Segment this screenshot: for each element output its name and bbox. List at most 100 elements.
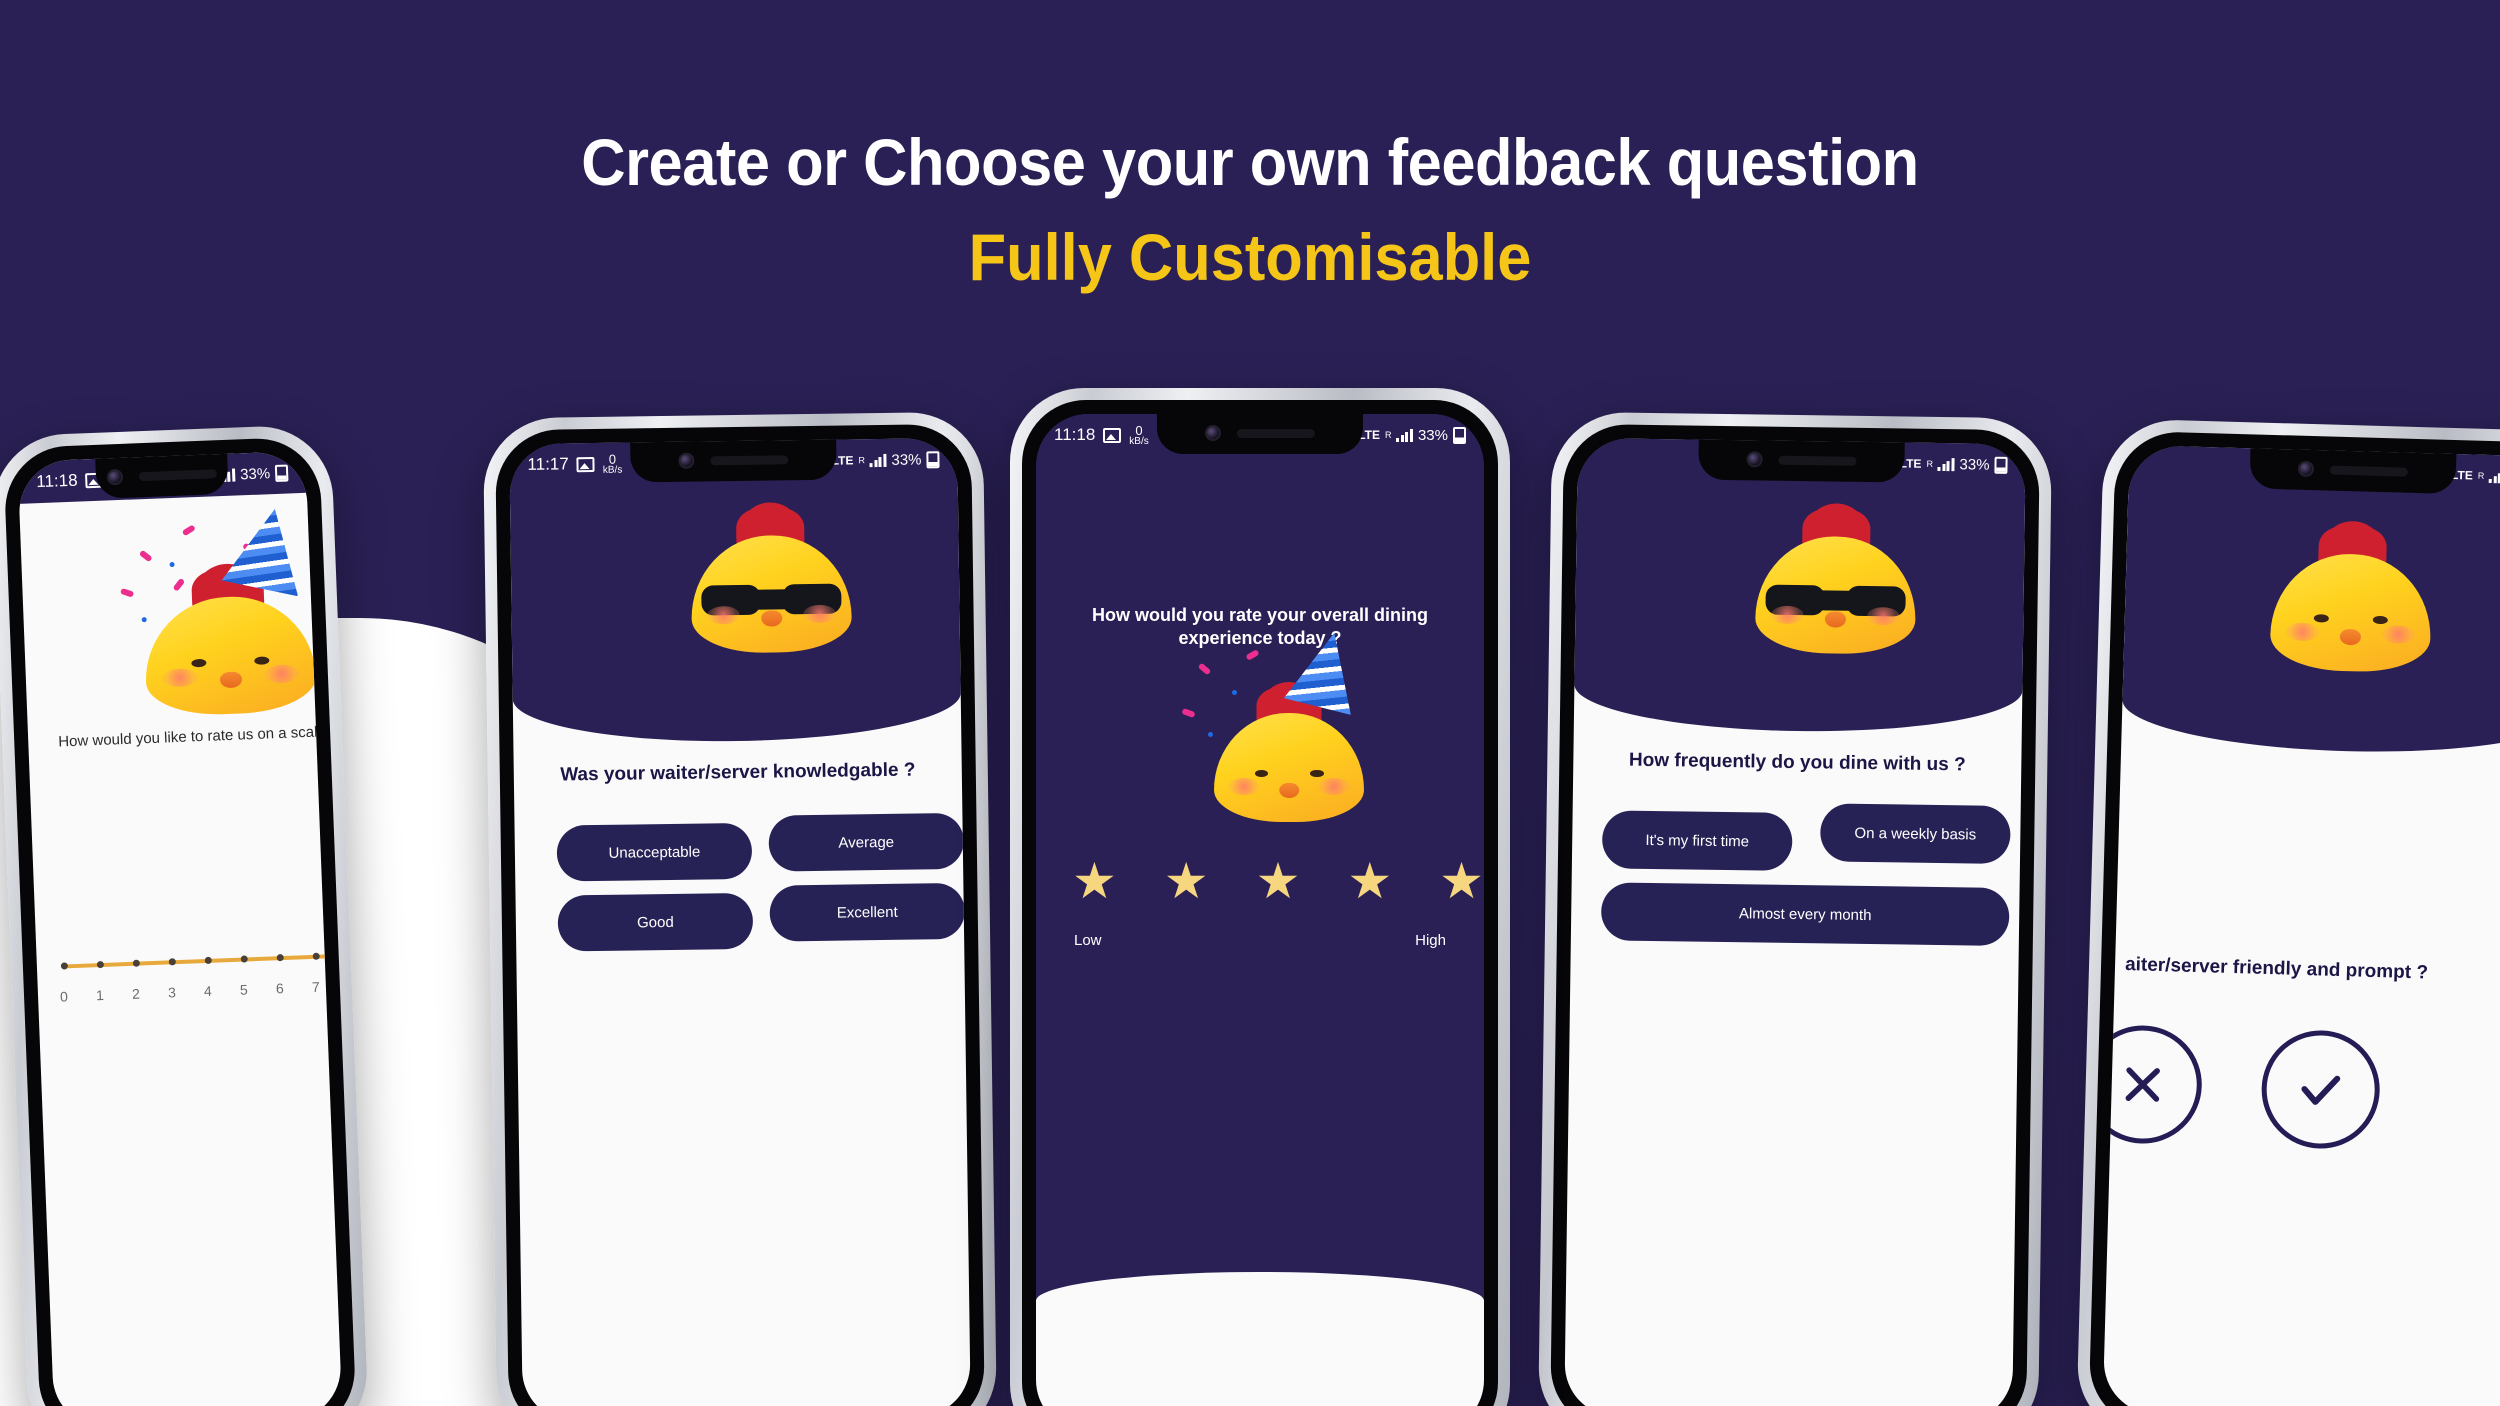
star-icon[interactable]: ★ xyxy=(1256,852,1301,910)
earpiece-speaker xyxy=(1236,428,1315,438)
star-icon[interactable]: ★ xyxy=(1072,852,1117,910)
chick-beak xyxy=(761,610,783,627)
chick-body xyxy=(690,534,853,654)
mascot-chick xyxy=(2269,519,2433,674)
option-button-excellent[interactable]: Excellent xyxy=(769,882,966,942)
option-button-first-time[interactable]: It's my first time xyxy=(1601,810,1793,871)
image-icon xyxy=(576,456,595,472)
phone-bezel: 11:18 0kB/s LTE 33% xyxy=(2,436,358,1406)
scale-min-label: Low xyxy=(1074,932,1102,949)
option-button-unacceptable[interactable]: Unacceptable xyxy=(556,822,753,882)
question-text: How frequently do you dine with us ? xyxy=(1628,749,1966,776)
earpiece-speaker xyxy=(710,454,789,465)
battery-icon xyxy=(274,464,289,482)
roaming-label: R xyxy=(1926,458,1934,469)
check-icon xyxy=(2301,1075,2341,1105)
cross-icon xyxy=(2125,1067,2160,1102)
option-button-weekly[interactable]: On a weekly basis xyxy=(1819,803,2011,864)
headline-line-1: Create or Choose your own feedback quest… xyxy=(581,125,1919,199)
chick-cheek-right xyxy=(1319,778,1349,795)
chick-beak xyxy=(219,671,243,689)
scale-dot[interactable] xyxy=(132,959,140,967)
chick-eye-right xyxy=(1310,769,1324,778)
front-camera-icon xyxy=(106,468,124,486)
option-button-average[interactable]: Average xyxy=(768,812,965,872)
bottom-panel xyxy=(1036,1272,1484,1406)
chick-body xyxy=(142,593,318,718)
headline-line-2: Fully Customisable xyxy=(968,220,1532,295)
chick-body xyxy=(1214,712,1364,822)
roaming-label: R xyxy=(858,455,865,466)
scale-label: 5 xyxy=(239,981,249,998)
star-icon[interactable]: ★ xyxy=(1439,852,1484,910)
phone-notch xyxy=(630,437,837,483)
front-camera-icon xyxy=(1204,425,1221,441)
signal-bars-icon xyxy=(1396,428,1413,442)
phone-mockup-stars: 11:18 0kB/s E2 LTE R 33% xyxy=(1010,388,1510,1406)
roaming-label: R xyxy=(1384,430,1392,440)
phone-mockup-scale: 11:18 0kB/s LTE 33% xyxy=(0,423,370,1406)
battery-percent: 33% xyxy=(1417,426,1448,444)
chick-eye-right xyxy=(253,656,270,665)
mascot-chick xyxy=(142,561,318,718)
star-rating[interactable]: ★ ★ ★ ★ ★ xyxy=(1072,852,1484,910)
signal-bars-icon xyxy=(2489,469,2500,483)
scale-label: 6 xyxy=(275,980,285,997)
star-icon[interactable]: ★ xyxy=(1164,852,1209,910)
scale-dot[interactable] xyxy=(240,955,248,963)
answer-yes-button[interactable] xyxy=(2260,1028,2382,1151)
scale-max-label: High xyxy=(1415,932,1446,949)
image-icon xyxy=(1103,427,1122,443)
phone-mockup-choices: 11:17 0kB/s E2 LTE R 33% xyxy=(482,411,998,1406)
numeric-scale[interactable]: 0 1 2 3 4 5 6 7 8 xyxy=(58,939,343,1020)
clock-label: 11:18 xyxy=(35,470,78,492)
phone-bezel: E2 LTE R 33% xyxy=(2088,430,2500,1406)
scale-dot[interactable] xyxy=(168,958,176,966)
scale-track[interactable] xyxy=(62,953,343,969)
data-rate: 0kB/s xyxy=(1129,422,1149,447)
scale-dot[interactable] xyxy=(312,952,320,960)
option-button-monthly[interactable]: Almost every month xyxy=(1600,882,2010,946)
earpiece-speaker xyxy=(1778,455,1857,466)
phone-notch xyxy=(1698,437,1905,483)
roaming-label: R xyxy=(2477,470,2485,481)
answer-no-button[interactable] xyxy=(2102,1023,2204,1146)
chick-cheek-left xyxy=(2286,622,2319,642)
scale-dot[interactable] xyxy=(60,962,69,970)
status-bar-left: 11:17 0 kB/s xyxy=(527,451,622,476)
mascot-chick xyxy=(690,501,853,654)
phone-notch xyxy=(95,451,230,499)
phone-bezel: E2 LTE R 33% xyxy=(1550,423,2040,1406)
phone-notch xyxy=(2249,446,2457,495)
chick-cheek-left xyxy=(1771,605,1804,624)
chick-beak xyxy=(2339,628,2361,646)
chick-cheek-right xyxy=(264,664,300,684)
signal-bars-icon xyxy=(869,453,887,467)
chick-beak xyxy=(1824,611,1846,628)
battery-icon xyxy=(926,450,940,468)
status-bar-left: 11:18 0kB/s xyxy=(1054,424,1149,447)
chick-eye-left xyxy=(2313,613,2329,623)
question-text: aiter/server friendly and prompt ? xyxy=(2124,954,2429,984)
scale-label: 0 xyxy=(59,988,69,1005)
chick-eye-left xyxy=(191,658,207,668)
star-icon[interactable]: ★ xyxy=(1347,852,1392,910)
scale-dot[interactable] xyxy=(276,954,284,962)
phone-bezel: 11:17 0kB/s E2 LTE R 33% xyxy=(495,423,985,1406)
scale-dot[interactable] xyxy=(96,960,105,969)
phone-screen-frequency: E2 LTE R 33% xyxy=(1564,437,2026,1406)
option-button-good[interactable]: Good xyxy=(557,892,754,952)
phone-mockup-frequency: E2 LTE R 33% xyxy=(1537,411,2053,1406)
signal-bars-icon xyxy=(1937,457,1955,471)
phone-screen-choices: 11:17 0kB/s E2 LTE R 33% xyxy=(509,437,971,1406)
phone-screen-scale: 11:18 0kB/s LTE 33% xyxy=(17,450,343,1406)
question-text: How would you rate your overall dining e… xyxy=(1091,605,1429,649)
chick-cheek-left xyxy=(1229,778,1259,795)
mascot-chick xyxy=(1754,502,1917,655)
phone-mockup-yesno: E2 LTE R 33% xyxy=(2075,418,2500,1406)
chick-beak xyxy=(1279,782,1299,798)
scale-dot[interactable] xyxy=(204,956,212,965)
clock-label: 11:17 xyxy=(527,454,569,474)
marketing-banner: Create or Choose your own feedback quest… xyxy=(0,0,2500,1406)
chick-cheek-right xyxy=(1867,607,1900,626)
